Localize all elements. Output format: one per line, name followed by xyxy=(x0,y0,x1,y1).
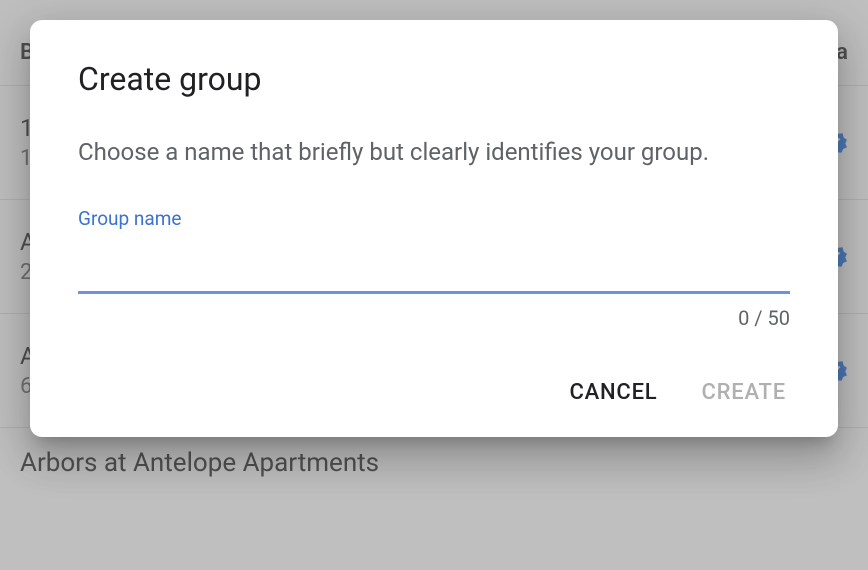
modal-overlay[interactable]: Create group Choose a name that briefly … xyxy=(0,0,868,570)
create-group-dialog: Create group Choose a name that briefly … xyxy=(30,20,838,437)
group-name-input[interactable] xyxy=(78,234,790,294)
create-button[interactable]: CREATE xyxy=(701,380,786,405)
character-counter: 0 / 50 xyxy=(78,306,790,330)
dialog-description: Choose a name that briefly but clearly i… xyxy=(78,134,790,171)
group-name-label: Group name xyxy=(78,207,790,230)
dialog-title: Create group xyxy=(78,60,790,98)
dialog-actions: CANCEL CREATE xyxy=(78,380,790,405)
cancel-button[interactable]: CANCEL xyxy=(569,380,657,405)
group-name-field-container: Group name xyxy=(78,207,790,294)
